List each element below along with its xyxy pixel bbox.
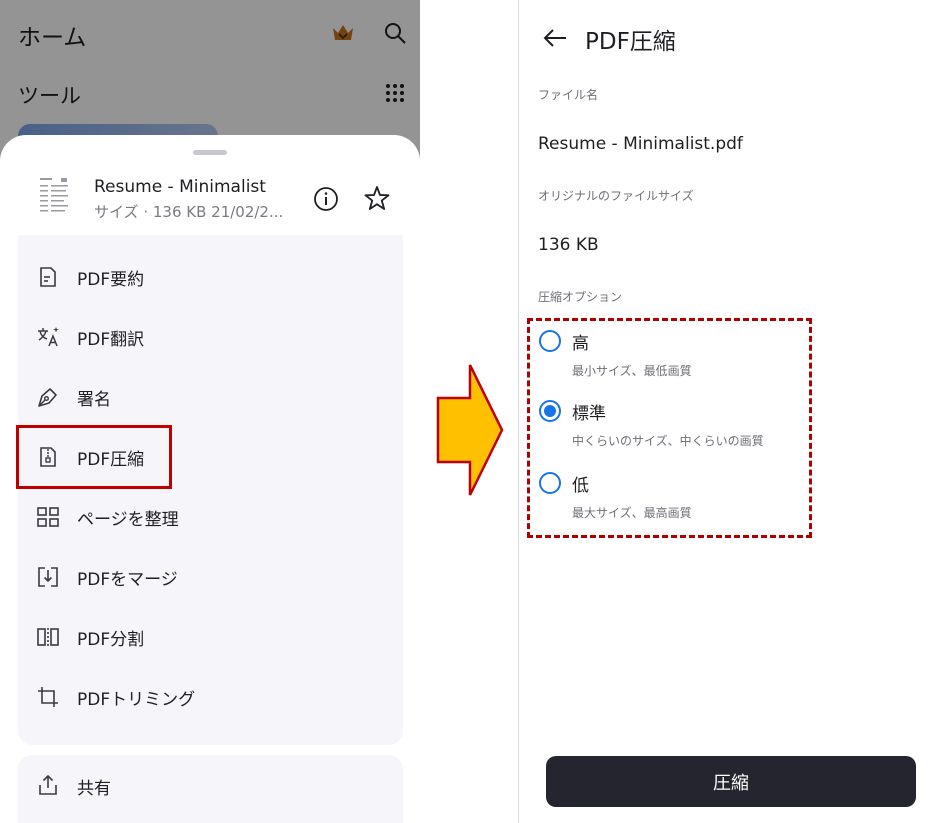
- pdf-thumbnail: [37, 175, 71, 219]
- menu-item-label: PDFトリミング: [77, 689, 196, 710]
- menu-item-pdf-split[interactable]: PDF分割: [18, 607, 403, 667]
- menu-item-pdf-translate[interactable]: PDF翻訳: [18, 307, 403, 367]
- sheet-drag-handle[interactable]: [193, 150, 227, 155]
- file-meta: サイズ · 136 KB 21/02/2...: [94, 203, 284, 221]
- page-title: PDF圧縮: [585, 29, 676, 55]
- menu-item-pdf-crop[interactable]: PDFトリミング: [18, 667, 403, 727]
- left-phone-screen: ホーム ツール Resume - Minimalist サイズ · 136 KB…: [0, 0, 420, 823]
- menu-item-sign[interactable]: 署名: [18, 367, 403, 427]
- highlight-box-pdf-compress: [16, 425, 172, 489]
- menu-item-pdf-summary[interactable]: PDF要約: [18, 247, 403, 307]
- right-arrow-icon: [436, 364, 504, 496]
- menu-item-label: PDFをマージ: [77, 569, 178, 590]
- merge-icon: [38, 567, 58, 587]
- pages-grid-icon: [37, 507, 59, 527]
- file-name: Resume - Minimalist: [94, 177, 266, 197]
- original-size-value: 136 KB: [538, 235, 599, 255]
- compress-button[interactable]: 圧縮: [546, 756, 916, 807]
- compression-options-label: 圧縮オプション: [538, 290, 623, 304]
- menu-item-organize-pages[interactable]: ページを整理: [18, 487, 403, 547]
- pen-icon: [38, 388, 57, 407]
- tools-menu: PDF要約 PDF翻訳 署名 PDF圧縮 ページを整理 PDFをマージ PDF分…: [18, 235, 403, 745]
- menu-item-label: PDF翻訳: [77, 329, 145, 350]
- file-name-label: ファイル名: [538, 88, 599, 102]
- menu-item-label: PDF分割: [77, 629, 145, 650]
- compress-screen: PDF圧縮 ファイル名 Resume - Minimalist.pdf オリジナ…: [518, 0, 945, 823]
- menu-item-label: PDF要約: [77, 269, 145, 290]
- share-row[interactable]: 共有: [18, 755, 403, 823]
- info-icon[interactable]: [313, 186, 339, 212]
- menu-item-label: ページを整理: [77, 509, 179, 530]
- menu-item-pdf-merge[interactable]: PDFをマージ: [18, 547, 403, 607]
- split-icon: [37, 628, 59, 646]
- file-name-value: Resume - Minimalist.pdf: [538, 134, 743, 154]
- share-icon: [39, 774, 57, 795]
- share-label: 共有: [77, 779, 111, 799]
- original-size-label: オリジナルのファイルサイズ: [538, 189, 694, 203]
- translate-icon: [38, 327, 59, 347]
- back-arrow-icon[interactable]: [542, 26, 568, 50]
- menu-item-label: 署名: [77, 389, 111, 410]
- highlight-box-options: [527, 318, 812, 538]
- crop-icon: [38, 687, 58, 707]
- star-icon[interactable]: [364, 185, 390, 211]
- doc-summary-icon: [40, 267, 56, 287]
